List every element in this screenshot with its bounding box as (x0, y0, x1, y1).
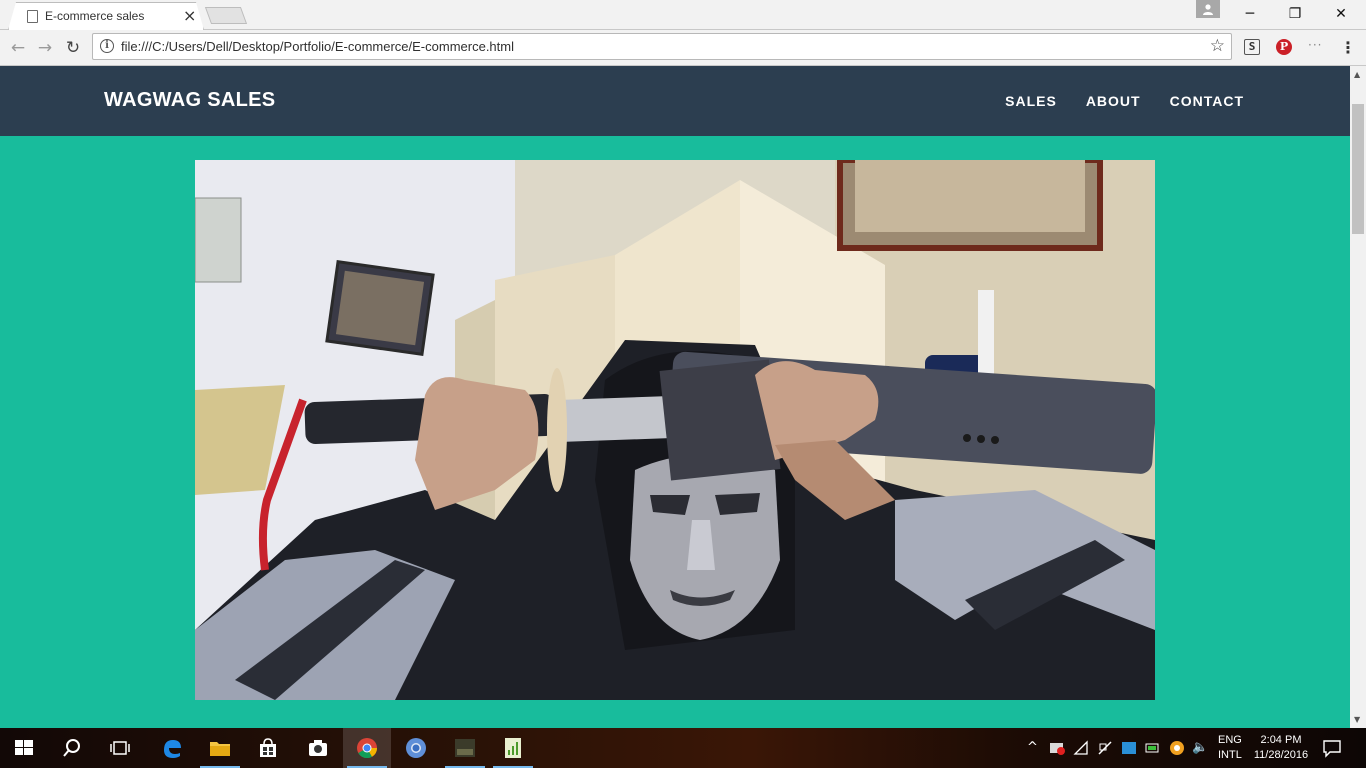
site-navbar: WAGWAG SALES SALES ABOUT CONTACT (0, 66, 1350, 136)
hero-photo (195, 160, 1155, 700)
scroll-thumb[interactable] (1352, 104, 1364, 234)
taskbar-editor[interactable] (489, 728, 537, 768)
taskbar-chrome[interactable] (343, 728, 391, 768)
browser-toolbar: ← → ↻ i file:///C:/Users/Dell/Desktop/Po… (0, 30, 1366, 66)
page-icon (27, 10, 38, 23)
new-tab-button[interactable] (204, 7, 248, 24)
taskbar-file-explorer[interactable] (196, 728, 244, 768)
tray-mail-icon[interactable] (1049, 740, 1065, 756)
tray-orange-icon[interactable] (1169, 740, 1185, 756)
site-nav-links: SALES ABOUT CONTACT (976, 93, 1244, 109)
task-view-icon (110, 741, 130, 755)
pinterest-icon[interactable]: P (1276, 39, 1292, 55)
browser-tab[interactable]: E-commerce sales × (8, 2, 204, 30)
camera-icon (309, 740, 327, 756)
language-code: ENG (1218, 734, 1242, 746)
browser-menu-button[interactable]: ⋮ (1340, 38, 1356, 58)
nav-link-about[interactable]: ABOUT (1086, 93, 1141, 109)
language-layout: INTL (1218, 749, 1242, 761)
back-button[interactable]: ← (7, 37, 29, 59)
tray-app-icon[interactable] (1121, 740, 1137, 756)
address-bar[interactable]: i file:///C:/Users/Dell/Desktop/Portfoli… (92, 33, 1232, 60)
wifi-icon[interactable] (1073, 740, 1089, 756)
edge-icon (164, 740, 181, 758)
network-icon[interactable] (1097, 740, 1113, 756)
taskbar-store[interactable] (244, 728, 292, 768)
hero-image (195, 160, 1155, 700)
tab-title: E-commerce sales (45, 9, 145, 23)
window-maximize-button[interactable]: ❐ (1272, 0, 1318, 28)
input-language[interactable]: ENG INTL (1218, 733, 1242, 763)
clock-date: 11/28/2016 (1253, 749, 1309, 761)
search-icon (63, 739, 80, 757)
scroll-down-icon[interactable]: ▼ (1354, 715, 1360, 724)
chrome-app-icon (406, 738, 426, 758)
person-icon (1203, 4, 1213, 15)
profile-button[interactable] (1196, 0, 1220, 18)
action-center-icon[interactable] (1322, 738, 1342, 758)
reload-button[interactable]: ↻ (62, 37, 84, 59)
nav-link-contact[interactable]: CONTACT (1170, 93, 1244, 109)
taskbar-clock[interactable]: 2:04 PM 11/28/2016 (1250, 733, 1312, 763)
taskbar-game[interactable] (441, 728, 489, 768)
task-view-button[interactable] (96, 728, 144, 768)
windows-taskbar: ^ 🔈 ENG INTL 2:04 PM 11/28/2016 (0, 728, 1366, 768)
tab-close-icon[interactable]: × (183, 6, 196, 25)
store-icon (260, 738, 276, 757)
forward-button[interactable]: → (34, 37, 56, 59)
taskbar-camera[interactable] (294, 728, 342, 768)
browser-tab-strip: E-commerce sales × ─ ❐ ✕ (0, 0, 1366, 30)
windows-logo-icon (15, 740, 33, 755)
window-close-button[interactable]: ✕ (1318, 0, 1364, 28)
taskbar-edge[interactable] (148, 728, 196, 768)
page-viewport: WAGWAG SALES SALES ABOUT CONTACT (0, 66, 1350, 728)
bookmark-star-icon[interactable]: ☆ (1210, 36, 1225, 56)
chrome-icon (357, 738, 378, 759)
window-minimize-button[interactable]: ─ (1227, 0, 1273, 28)
editor-icon (505, 738, 521, 758)
extension-s-icon[interactable]: S (1244, 39, 1260, 55)
battery-icon[interactable] (1145, 740, 1161, 756)
clock-time: 2:04 PM (1260, 734, 1302, 746)
volume-muted-icon[interactable]: 🔈 (1192, 740, 1208, 755)
nav-link-sales[interactable]: SALES (1005, 93, 1057, 109)
extension-more-icon[interactable]: ··· (1308, 39, 1324, 55)
folder-icon (210, 742, 230, 756)
start-button[interactable] (0, 728, 48, 768)
tray-chevron-icon[interactable]: ^ (1027, 740, 1038, 755)
site-brand[interactable]: WAGWAG SALES (104, 89, 275, 112)
game-icon (455, 739, 475, 757)
url-text[interactable]: file:///C:/Users/Dell/Desktop/Portfolio/… (121, 39, 514, 54)
search-button[interactable] (48, 728, 96, 768)
taskbar-chrome-app[interactable] (392, 728, 440, 768)
page-scrollbar[interactable]: ▲ ▼ (1350, 66, 1366, 728)
info-icon[interactable]: i (100, 39, 114, 53)
scroll-up-icon[interactable]: ▲ (1354, 70, 1360, 79)
